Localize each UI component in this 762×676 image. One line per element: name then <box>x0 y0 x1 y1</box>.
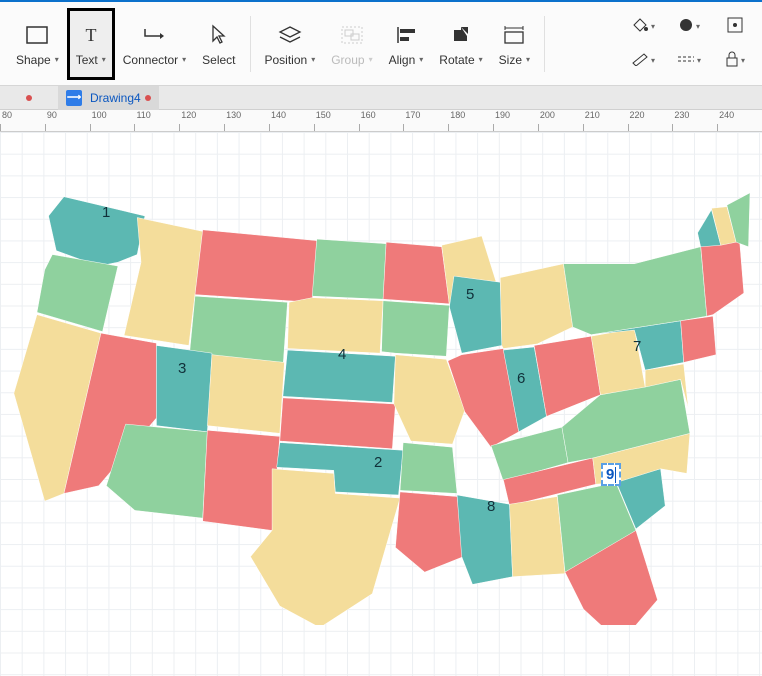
caret-icon: ▾ <box>311 55 315 64</box>
crop-tool[interactable] <box>716 13 754 41</box>
select-tool[interactable]: Select <box>194 8 243 80</box>
rotate-label: Rotate <box>439 53 474 67</box>
caret-icon: ▾ <box>182 55 186 64</box>
tab-modified-dot <box>145 95 151 101</box>
shape-tool[interactable]: Shape ▾ <box>8 8 67 80</box>
select-label: Select <box>202 53 235 67</box>
lock-icon <box>725 51 739 70</box>
group-label: Group <box>331 53 364 67</box>
document-tabs: ⟶ Drawing4 <box>0 86 762 110</box>
lock-tool[interactable]: ▾ <box>716 47 754 75</box>
state-label-1[interactable]: 1 <box>102 204 110 221</box>
caret-icon: ▾ <box>55 55 59 64</box>
align-icon <box>395 21 417 49</box>
connector-icon <box>142 21 166 49</box>
size-icon <box>503 21 525 49</box>
tab-drawing4[interactable]: ⟶ Drawing4 <box>58 86 159 110</box>
align-label: Align <box>389 53 416 67</box>
target-icon <box>727 17 743 36</box>
position-label: Position <box>265 53 308 67</box>
circle-icon <box>678 17 694 36</box>
align-tool[interactable]: Align▾ <box>381 8 432 80</box>
paint-bucket-icon <box>631 17 649 36</box>
group-icon <box>340 21 364 49</box>
caret-icon: ▾ <box>369 55 373 64</box>
pencil-icon <box>631 52 649 69</box>
state-label-6[interactable]: 6 <box>517 370 525 387</box>
line-tool[interactable]: ▾ <box>624 47 662 75</box>
text-label: Text <box>76 53 98 67</box>
dashes-icon <box>677 54 695 68</box>
us-map[interactable] <box>10 162 750 628</box>
caret-icon: ▾ <box>526 55 530 64</box>
svg-text:T: T <box>85 25 96 45</box>
cursor-icon <box>210 21 228 49</box>
size-label: Size <box>499 53 522 67</box>
connector-label: Connector <box>123 53 178 67</box>
rotate-tool[interactable]: Rotate ▾ <box>431 8 490 80</box>
state-label-4[interactable]: 4 <box>338 346 346 363</box>
caret-icon: ▾ <box>102 55 106 64</box>
fill-tool[interactable]: ▾ <box>624 13 662 41</box>
state-label-8[interactable]: 8 <box>487 498 495 515</box>
shape-style-tool[interactable]: ▾ <box>670 13 708 41</box>
position-tool[interactable]: Position▾ <box>257 8 324 80</box>
toolbar: Shape ▾ T Text ▾ Connector ▾ Select <box>0 2 762 86</box>
size-tool[interactable]: Size ▾ <box>491 8 538 80</box>
doc-icon: ⟶ <box>66 90 82 106</box>
rotate-icon <box>450 21 472 49</box>
caret-icon: ▾ <box>419 55 423 64</box>
state-label-2[interactable]: 2 <box>374 454 382 471</box>
dash-tool[interactable]: ▾ <box>670 47 708 75</box>
text-tool[interactable]: T Text ▾ <box>67 8 115 80</box>
tab-modified-indicator <box>0 95 58 101</box>
editing-value: 9 <box>606 466 614 483</box>
text-edit-box[interactable]: 9 <box>601 463 621 486</box>
tab-title: Drawing4 <box>90 91 141 105</box>
state-label-3[interactable]: 3 <box>178 360 186 377</box>
caret-icon: ▾ <box>479 55 483 64</box>
horizontal-ruler: 8090100110120130140150160170180190200210… <box>0 110 762 132</box>
rectangle-icon <box>26 21 48 49</box>
shape-label: Shape <box>16 53 51 67</box>
group-tool[interactable]: Group ▾ <box>323 8 380 80</box>
layers-icon <box>278 21 302 49</box>
state-label-7[interactable]: 7 <box>633 338 641 355</box>
state-label-5[interactable]: 5 <box>466 286 474 303</box>
text-icon: T <box>80 21 102 49</box>
canvas[interactable]: 1 2 3 4 5 6 7 8 9 <box>0 132 762 676</box>
connector-tool[interactable]: Connector ▾ <box>115 8 194 80</box>
